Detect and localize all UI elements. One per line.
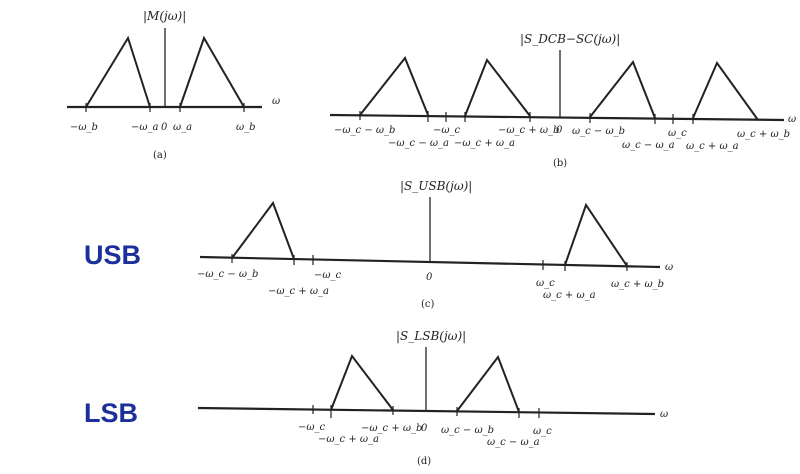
spectrum-figure: |M(jω)| ω −ω_b −ω_a 0 ω_a ω_b (a) |S_DCB… bbox=[0, 0, 800, 474]
panel-b-tick-label: 0 bbox=[556, 125, 563, 136]
panel-a-tick-label: −ω_b bbox=[70, 122, 98, 133]
panel-d-tick-label: −ω_c + ω_b bbox=[361, 423, 422, 434]
panel-c-axis-variable: ω bbox=[665, 262, 673, 273]
panel-c-title: |S_USB(jω)| bbox=[400, 179, 472, 193]
panel-b-triangle-1 bbox=[359, 56, 429, 116]
panel-b: |S_DCB−SC(jω)| ω −ω_c − ω_b −ω_c − ω_a −… bbox=[329, 32, 796, 169]
panel-c-tick-label: −ω_c + ω_a bbox=[268, 286, 329, 297]
panel-b-tick-label: ω_c + ω_a bbox=[686, 141, 739, 152]
panel-a-left-triangle bbox=[85, 35, 151, 108]
panel-d-tick-label: 0 bbox=[421, 423, 428, 434]
panel-b-title: |S_DCB−SC(jω)| bbox=[520, 32, 620, 46]
usb-label: USB bbox=[84, 240, 141, 270]
panel-d-tick-label: ω_c − ω_b bbox=[441, 425, 494, 436]
panel-c: USB |S_USB(jω)| ω −ω_c − ω_b −ω_c + ω_a … bbox=[84, 179, 673, 310]
panel-b-tick-label: ω_c bbox=[668, 128, 687, 139]
panel-d-title: |S_LSB(jω)| bbox=[396, 329, 466, 343]
panel-a-axis-variable: ω bbox=[272, 96, 280, 107]
panel-d: LSB |S_LSB(jω)| ω −ω_c −ω_c + ω_a −ω_c +… bbox=[84, 329, 668, 467]
panel-c-right-triangle bbox=[564, 202, 628, 267]
panel-c-tick-label: −ω_c bbox=[314, 270, 342, 281]
panel-d-right-triangle bbox=[456, 354, 520, 413]
panel-b-triangle-4 bbox=[692, 60, 759, 121]
lsb-label: LSB bbox=[84, 398, 138, 428]
panel-b-tick-label: ω_c − ω_b bbox=[572, 126, 625, 137]
panel-c-tick-label: 0 bbox=[426, 272, 433, 283]
panel-a-caption: (a) bbox=[153, 150, 167, 161]
panel-b-axis-variable: ω bbox=[788, 114, 796, 125]
panel-b-caption: (b) bbox=[553, 158, 567, 169]
panel-a-tick-label: −ω_a bbox=[131, 122, 159, 133]
panel-c-tick-label: ω_c + ω_b bbox=[611, 279, 664, 290]
panel-b-tick-label: −ω_c − ω_a bbox=[388, 138, 449, 149]
panel-d-caption: (d) bbox=[417, 456, 431, 467]
panel-a-right-triangle bbox=[179, 35, 245, 108]
panel-b-tick-label: ω_c + ω_b bbox=[737, 129, 790, 140]
panel-a: |M(jω)| ω −ω_b −ω_a 0 ω_a ω_b (a) bbox=[67, 9, 280, 161]
panel-b-triangle-2 bbox=[464, 57, 531, 117]
panel-b-tick-label: −ω_c + ω_b bbox=[498, 125, 559, 136]
panel-b-tick-label: −ω_c + ω_a bbox=[454, 138, 515, 149]
panel-d-tick-label: ω_c bbox=[533, 426, 552, 437]
panel-d-left-triangle bbox=[330, 353, 394, 411]
panel-d-tick-label: −ω_c bbox=[298, 422, 326, 433]
spectrum-diagram: |M(jω)| ω −ω_b −ω_a 0 ω_a ω_b (a) |S_DCB… bbox=[67, 9, 796, 467]
panel-c-tick-label: ω_c bbox=[536, 278, 555, 289]
panel-c-left-triangle bbox=[231, 200, 295, 260]
panel-a-title: |M(jω)| bbox=[143, 9, 186, 23]
panel-b-tick-label: −ω_c bbox=[433, 125, 461, 136]
panel-d-tick-label: ω_c − ω_a bbox=[487, 437, 540, 448]
panel-a-tick-label: ω_a bbox=[173, 122, 192, 133]
panel-d-tick-label: −ω_c + ω_a bbox=[318, 434, 379, 445]
panel-c-tick-label: ω_c + ω_a bbox=[543, 290, 596, 301]
panel-b-axis bbox=[329, 113, 785, 122]
panel-b-tick-label: ω_c − ω_a bbox=[622, 140, 675, 151]
panel-b-tick-label: −ω_c − ω_b bbox=[334, 125, 395, 136]
panel-a-tick-label: 0 bbox=[161, 122, 168, 133]
panel-b-triangle-3 bbox=[589, 60, 656, 119]
panel-c-caption: (c) bbox=[421, 299, 435, 310]
panel-d-axis-variable: ω bbox=[660, 409, 668, 420]
panel-a-tick-label: ω_b bbox=[236, 122, 256, 133]
panel-c-tick-label: −ω_c − ω_b bbox=[197, 269, 258, 280]
